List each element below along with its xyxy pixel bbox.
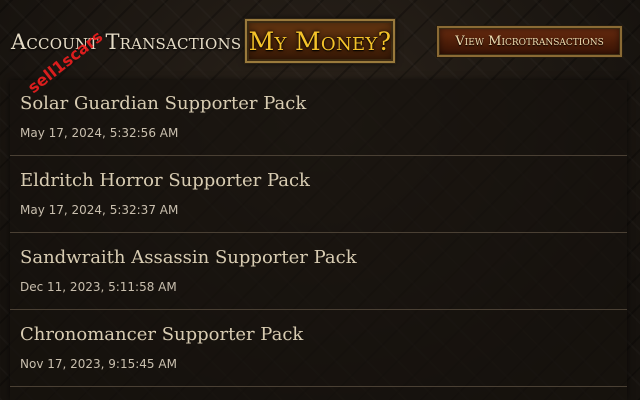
view-microtransactions-label: View Microtransactions (455, 34, 604, 49)
transaction-name: Solar Guardian Supporter Pack (20, 93, 307, 114)
transaction-date: May 17, 2024, 5:32:37 AM (20, 203, 179, 217)
transaction-item[interactable]: Solar Guardian Supporter Pack May 17, 20… (10, 80, 627, 156)
transaction-name: Sandwraith Assassin Supporter Pack (20, 247, 357, 268)
transaction-list: Solar Guardian Supporter Pack May 17, 20… (10, 80, 627, 400)
transaction-item[interactable]: Sandwraith Assassin Supporter Pack Dec 1… (10, 234, 627, 310)
transaction-item[interactable]: Eldritch Horror Supporter Pack May 17, 2… (10, 157, 627, 233)
transaction-date: May 17, 2024, 5:32:56 AM (20, 126, 179, 140)
my-money-button[interactable]: My Money? (244, 18, 396, 64)
my-money-label: My Money? (248, 26, 392, 56)
transaction-date: Nov 17, 2023, 9:15:45 AM (20, 357, 177, 371)
transaction-name: Eldritch Horror Supporter Pack (20, 170, 310, 191)
view-microtransactions-button[interactable]: View Microtransactions (436, 25, 623, 58)
transaction-item[interactable]: Chronomancer Supporter Pack Nov 17, 2023… (10, 311, 627, 387)
transaction-name: Chronomancer Supporter Pack (20, 324, 304, 345)
header: Account Transactions My Money? View Micr… (0, 0, 640, 80)
transaction-date: Dec 11, 2023, 5:11:58 AM (20, 280, 177, 294)
page-title: Account Transactions (11, 30, 242, 54)
